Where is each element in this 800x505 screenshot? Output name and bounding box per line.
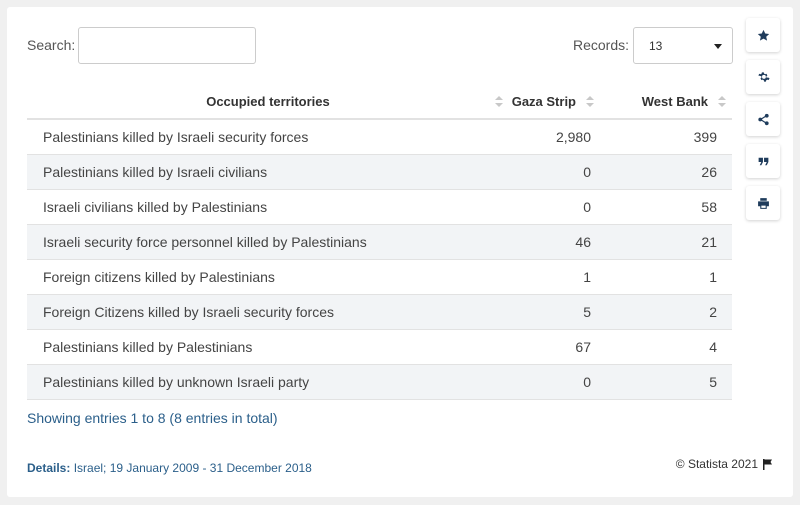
table-row: Palestinians killed by unknown Israeli p… bbox=[27, 364, 732, 400]
table-cell-westbank: 399 bbox=[600, 119, 732, 155]
table-cell-gaza: 0 bbox=[509, 154, 600, 190]
table-cell-label: Palestinians killed by Palestinians bbox=[27, 329, 509, 365]
table-cell-westbank: 1 bbox=[600, 259, 732, 295]
table-cell-label: Palestinians killed by unknown Israeli p… bbox=[27, 364, 509, 400]
column-header-gaza-strip[interactable]: Gaza Strip bbox=[509, 84, 600, 120]
table-row: Israeli civilians killed by Palestinians… bbox=[27, 189, 732, 225]
sort-icon bbox=[495, 96, 503, 108]
table-cell-label: Palestinians killed by Israeli security … bbox=[27, 119, 509, 155]
flag-icon[interactable] bbox=[763, 458, 773, 470]
sort-icon bbox=[718, 96, 726, 108]
copyright: © Statista 2021 bbox=[676, 457, 773, 471]
table-row: Foreign citizens killed by Palestinians … bbox=[27, 259, 732, 295]
table-row: Palestinians killed by Israeli civilians… bbox=[27, 154, 732, 190]
favorite-button[interactable] bbox=[746, 18, 780, 52]
chevron-down-icon bbox=[714, 44, 722, 49]
quote-icon bbox=[758, 157, 768, 165]
table-cell-gaza: 46 bbox=[509, 224, 600, 260]
sort-icon bbox=[586, 96, 594, 108]
table-cell-gaza: 0 bbox=[509, 189, 600, 225]
entries-summary: Showing entries 1 to 8 (8 entries in tot… bbox=[27, 410, 278, 426]
table-cell-label: Israeli security force personnel killed … bbox=[27, 224, 509, 260]
search-label: Search: bbox=[27, 37, 76, 53]
copyright-text: © Statista 2021 bbox=[675, 457, 758, 471]
column-header-label: Occupied territories bbox=[206, 93, 330, 109]
table-row: Palestinians killed by Palestinians 67 4 bbox=[27, 329, 732, 365]
column-header-west-bank[interactable]: West Bank bbox=[600, 84, 732, 120]
table-cell-gaza: 5 bbox=[509, 294, 600, 330]
table-cell-westbank: 26 bbox=[600, 154, 732, 190]
details-text: Israel; 19 January 2009 - 31 December 20… bbox=[73, 461, 312, 475]
table-cell-westbank: 21 bbox=[600, 224, 732, 260]
share-button[interactable] bbox=[746, 102, 780, 136]
table-cell-westbank: 5 bbox=[600, 364, 732, 400]
column-header-label: Gaza Strip bbox=[511, 93, 576, 109]
details-note: Details: Israel; 19 January 2009 - 31 De… bbox=[27, 461, 312, 475]
settings-button[interactable] bbox=[746, 60, 780, 94]
table-cell-label: Foreign Citizens killed by Israeli secur… bbox=[27, 294, 509, 330]
table-card: Search: Records: 13 Occupied territories… bbox=[7, 7, 793, 497]
table-cell-gaza: 0 bbox=[509, 364, 600, 400]
records-label: Records: bbox=[573, 37, 630, 53]
column-header-occupied-territories[interactable]: Occupied territories bbox=[27, 84, 509, 120]
records-select[interactable]: 13 bbox=[633, 27, 733, 64]
table-cell-gaza: 1 bbox=[509, 259, 600, 295]
table-cell-westbank: 4 bbox=[600, 329, 732, 365]
share-icon bbox=[757, 113, 769, 125]
table-cell-label: Foreign citizens killed by Palestinians bbox=[27, 259, 509, 295]
table-cell-label: Palestinians killed by Israeli civilians bbox=[27, 154, 509, 190]
table-row: Israeli security force personnel killed … bbox=[27, 224, 732, 260]
table-row: Palestinians killed by Israeli security … bbox=[27, 119, 732, 155]
table-cell-label: Israeli civilians killed by Palestinians bbox=[27, 189, 509, 225]
table-cell-gaza: 2,980 bbox=[509, 119, 600, 155]
table-cell-westbank: 2 bbox=[600, 294, 732, 330]
column-header-label: West Bank bbox=[641, 93, 708, 109]
search-input[interactable] bbox=[78, 27, 256, 64]
data-table: Occupied territories Gaza Strip West Ban… bbox=[27, 84, 732, 400]
table-row: Foreign Citizens killed by Israeli secur… bbox=[27, 294, 732, 330]
print-button[interactable] bbox=[746, 186, 780, 220]
cite-button[interactable] bbox=[746, 144, 780, 178]
print-icon bbox=[757, 197, 769, 209]
gear-icon bbox=[757, 71, 770, 82]
table-cell-gaza: 67 bbox=[509, 329, 600, 365]
records-select-value: 13 bbox=[649, 39, 663, 53]
table-cell-westbank: 58 bbox=[600, 189, 732, 225]
table-header-row: Occupied territories Gaza Strip West Ban… bbox=[27, 84, 732, 120]
sidebar-tools bbox=[746, 18, 780, 228]
star-icon bbox=[757, 29, 769, 41]
details-label: Details: bbox=[27, 461, 71, 475]
